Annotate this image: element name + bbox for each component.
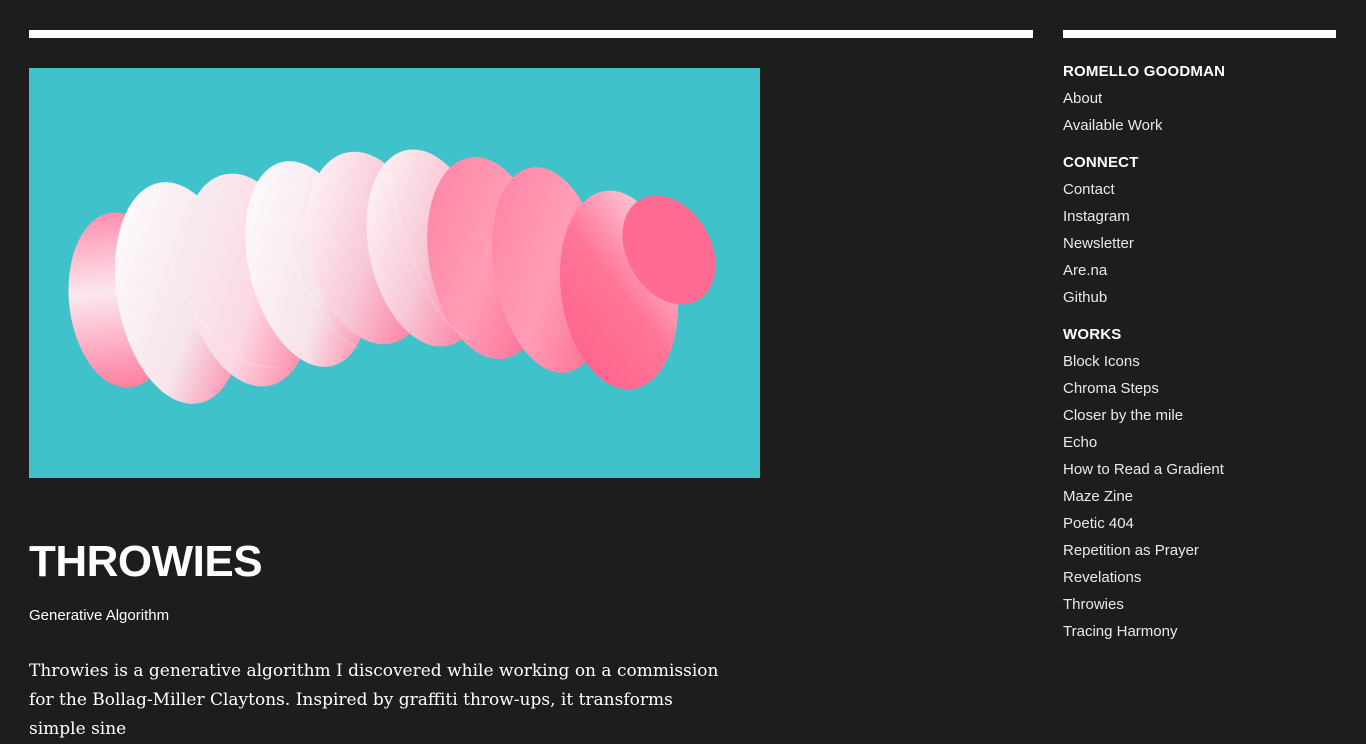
sidebar-heading-connect: CONNECT xyxy=(1063,154,1139,171)
main-top-rule xyxy=(29,30,1033,38)
sidebar-link-echo[interactable]: Echo xyxy=(1063,429,1336,456)
sidebar-group-profile: ROMELLO GOODMAN About Available Work xyxy=(1063,61,1336,139)
sidebar-heading-works: WORKS xyxy=(1063,326,1122,343)
sidebar-nav: ROMELLO GOODMAN About Available Work CON… xyxy=(1063,61,1336,658)
sidebar-link-block-icons[interactable]: Block Icons xyxy=(1063,348,1336,375)
sidebar-link-available-work[interactable]: Available Work xyxy=(1063,112,1336,139)
sidebar-link-arena[interactable]: Are.na xyxy=(1063,257,1336,284)
work-title: THROWIES xyxy=(29,537,263,586)
work-description: Throwies is a generative algorithm I dis… xyxy=(29,661,719,739)
work-subtitle: Generative Algorithm xyxy=(29,607,170,624)
sidebar-link-newsletter[interactable]: Newsletter xyxy=(1063,230,1336,257)
sidebar-link-how-to-read-a-gradient[interactable]: How to Read a Gradient xyxy=(1063,456,1336,483)
sidebar-link-chroma-steps[interactable]: Chroma Steps xyxy=(1063,375,1336,402)
sidebar-link-maze-zine[interactable]: Maze Zine xyxy=(1063,483,1336,510)
sidebar-link-poetic-404[interactable]: Poetic 404 xyxy=(1063,510,1336,537)
sidebar-heading-name: ROMELLO GOODMAN xyxy=(1063,63,1226,80)
sidebar-link-github[interactable]: Github xyxy=(1063,284,1336,311)
sidebar-link-revelations[interactable]: Revelations xyxy=(1063,564,1336,591)
sidebar-link-instagram[interactable]: Instagram xyxy=(1063,203,1336,230)
sidebar-link-about[interactable]: About xyxy=(1063,85,1336,112)
sidebar-link-tracing-harmony[interactable]: Tracing Harmony xyxy=(1063,618,1336,645)
throwies-artwork-image xyxy=(29,68,760,478)
sidebar-top-rule xyxy=(1063,30,1336,38)
throwies-artwork-graphic xyxy=(68,149,716,404)
sidebar-link-repetition-as-prayer[interactable]: Repetition as Prayer xyxy=(1063,537,1336,564)
sidebar-group-works: WORKS Block Icons Chroma Steps Closer by… xyxy=(1063,324,1336,645)
sidebar-link-closer-by-the-mile[interactable]: Closer by the mile xyxy=(1063,402,1336,429)
sidebar-link-contact[interactable]: Contact xyxy=(1063,176,1336,203)
sidebar-link-throwies[interactable]: Throwies xyxy=(1063,591,1336,618)
sidebar-group-connect: CONNECT Contact Instagram Newsletter Are… xyxy=(1063,152,1336,311)
